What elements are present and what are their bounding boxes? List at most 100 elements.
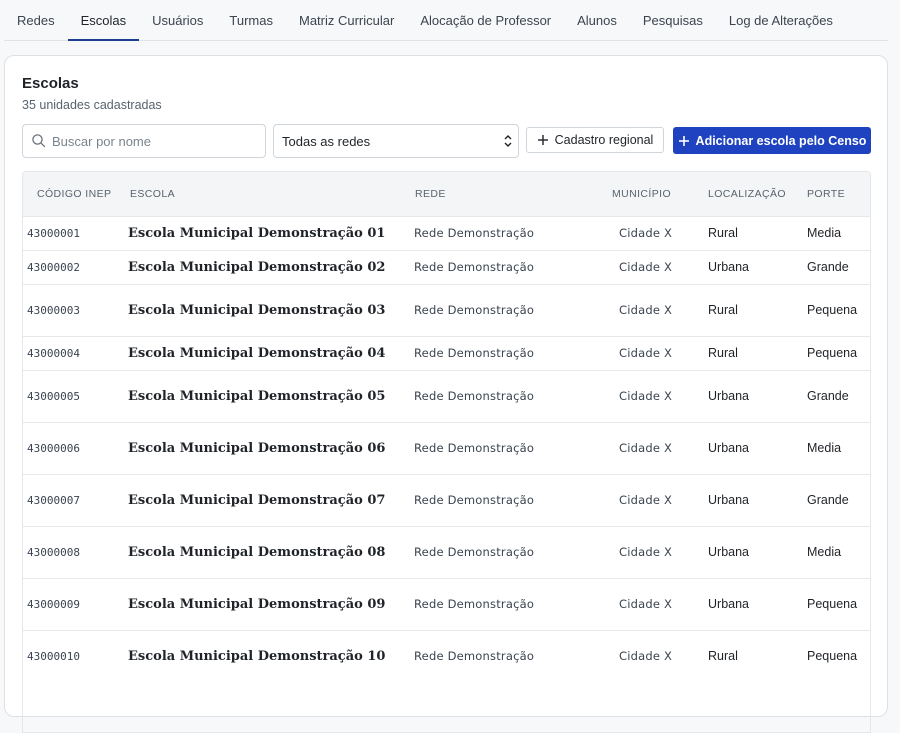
cell-porte: Grande [786,249,870,284]
table-row[interactable]: 43000004 Escola Municipal Demonstração 04… [23,335,870,370]
network-select[interactable]: Todas as redes [273,124,519,158]
regional-register-button[interactable]: Cadastro regional [526,127,664,153]
tab-pesquisas[interactable]: Pesquisas [630,0,716,40]
cell-codigo-inep: 43000005 [23,369,114,422]
header-porte[interactable]: PORTE [786,172,870,216]
page-title: Escolas [22,75,79,92]
cell-porte: Grande [786,473,870,526]
table-row[interactable]: 43000001 Escola Municipal Demonstração 01… [23,215,870,250]
tab-bar: Redes Escolas Usuários Turmas Matriz Cur… [4,0,888,41]
plus-icon [537,135,548,145]
cell-rede: Rede Demonstração [399,629,588,682]
cell-porte: Media [786,215,870,250]
cell-codigo-inep: 43000002 [23,249,114,284]
tab-redes[interactable]: Redes [4,0,68,40]
cell-escola: Escola Municipal Demonstração 04 [114,335,399,370]
cell-rede: Rede Demonstração [399,335,588,370]
search-icon [32,134,46,148]
search-box [22,124,266,158]
cell-municipio: Cidade X [588,525,687,578]
cell-codigo-inep: 43000008 [23,525,114,578]
cell-rede: Rede Demonstração [399,215,588,250]
cell-codigo-inep: 43000010 [23,629,114,682]
cell-municipio: Cidade X [588,369,687,422]
cell-codigo-inep: 43000001 [23,215,114,250]
cell-porte: Pequena [786,283,870,336]
cell-rede: Rede Demonstração [399,283,588,336]
add-school-census-button[interactable]: Adicionar escola pelo Censo [673,127,871,154]
cell-municipio: Cidade X [588,215,687,250]
cell-localizacao: Urbana [687,577,786,630]
search-input[interactable] [50,125,259,157]
cell-escola: Escola Municipal Demonstração 07 [114,473,399,526]
cell-localizacao: Rural [687,335,786,370]
cell-porte: Pequena [786,577,870,630]
cell-localizacao: Rural [687,283,786,336]
table-header: CÓDIGO INEP ESCOLA REDE MUNICÍPIO LOCALI… [23,172,870,216]
cell-codigo-inep: 43000006 [23,421,114,474]
table-row[interactable]: 43000006 Escola Municipal Demonstração 06… [23,421,870,474]
header-localizacao[interactable]: LOCALIZAÇÃO [687,172,786,216]
table-row[interactable]: 43000007 Escola Municipal Demonstração 07… [23,473,870,526]
header-escola[interactable]: ESCOLA [114,172,399,216]
cell-municipio: Cidade X [588,283,687,336]
cell-rede: Rede Demonstração [399,249,588,284]
chevron-up-down-icon [504,135,512,147]
cell-porte: Media [786,421,870,474]
cell-porte: Media [786,525,870,578]
cell-codigo-inep: 43000009 [23,577,114,630]
cell-escola: Escola Municipal Demonstração 08 [114,525,399,578]
table-row[interactable]: 43000008 Escola Municipal Demonstração 08… [23,525,870,578]
table-row[interactable]: 43000010 Escola Municipal Demonstração 10… [23,629,870,682]
cell-rede: Rede Demonstração [399,421,588,474]
cell-escola: Escola Municipal Demonstração 01 [114,215,399,250]
tab-matriz-curricular[interactable]: Matriz Curricular [286,0,407,40]
schools-table: CÓDIGO INEP ESCOLA REDE MUNICÍPIO LOCALI… [22,171,871,733]
cell-municipio: Cidade X [588,629,687,682]
header-codigo-inep[interactable]: CÓDIGO INEP [23,172,114,216]
table-row[interactable]: 43000009 Escola Municipal Demonstração 09… [23,577,870,630]
cell-escola: Escola Municipal Demonstração 02 [114,249,399,284]
tab-usuarios[interactable]: Usuários [139,0,216,40]
cell-porte: Pequena [786,335,870,370]
cell-porte: Grande [786,369,870,422]
table-row[interactable]: 43000005 Escola Municipal Demonstração 05… [23,369,870,422]
cell-localizacao: Urbana [687,421,786,474]
cell-localizacao: Urbana [687,369,786,422]
plus-icon [678,135,689,146]
add-school-census-label: Adicionar escola pelo Censo [695,133,867,148]
cell-escola: Escola Municipal Demonstração 06 [114,421,399,474]
school-count: 35 unidades cadastradas [22,98,162,112]
cell-municipio: Cidade X [588,473,687,526]
cell-rede: Rede Demonstração [399,369,588,422]
tab-alocacao-de-professor[interactable]: Alocação de Professor [407,0,564,40]
cell-municipio: Cidade X [588,421,687,474]
cell-rede: Rede Demonstração [399,577,588,630]
schools-card: Escolas 35 unidades cadastradas Todas as… [4,55,888,733]
regional-register-label: Cadastro regional [554,133,654,147]
cell-codigo-inep: 43000003 [23,283,114,336]
cell-escola: Escola Municipal Demonstração 05 [114,369,399,422]
cell-escola: Escola Municipal Demonstração 03 [114,283,399,336]
cell-porte: Pequena [786,629,870,682]
cell-escola: Escola Municipal Demonstração 10 [114,629,399,682]
header-rede[interactable]: REDE [399,172,588,216]
cell-municipio: Cidade X [588,335,687,370]
cell-municipio: Cidade X [588,249,687,284]
tab-turmas[interactable]: Turmas [216,0,286,40]
cell-codigo-inep: 43000004 [23,335,114,370]
header-municipio[interactable]: MUNICÍPIO [588,172,687,216]
cell-localizacao: Urbana [687,249,786,284]
cell-localizacao: Rural [687,629,786,682]
tab-log-de-alteracoes[interactable]: Log de Alterações [716,0,846,40]
tab-escolas[interactable]: Escolas [67,0,140,41]
cell-escola: Escola Municipal Demonstração 09 [114,577,399,630]
tab-alunos[interactable]: Alunos [564,0,630,40]
table-row[interactable]: 43000003 Escola Municipal Demonstração 03… [23,283,870,336]
cell-localizacao: Urbana [687,473,786,526]
cell-localizacao: Rural [687,215,786,250]
cell-localizacao: Urbana [687,525,786,578]
cell-rede: Rede Demonstração [399,473,588,526]
cell-municipio: Cidade X [588,577,687,630]
table-row[interactable]: 43000002 Escola Municipal Demonstração 02… [23,249,870,284]
